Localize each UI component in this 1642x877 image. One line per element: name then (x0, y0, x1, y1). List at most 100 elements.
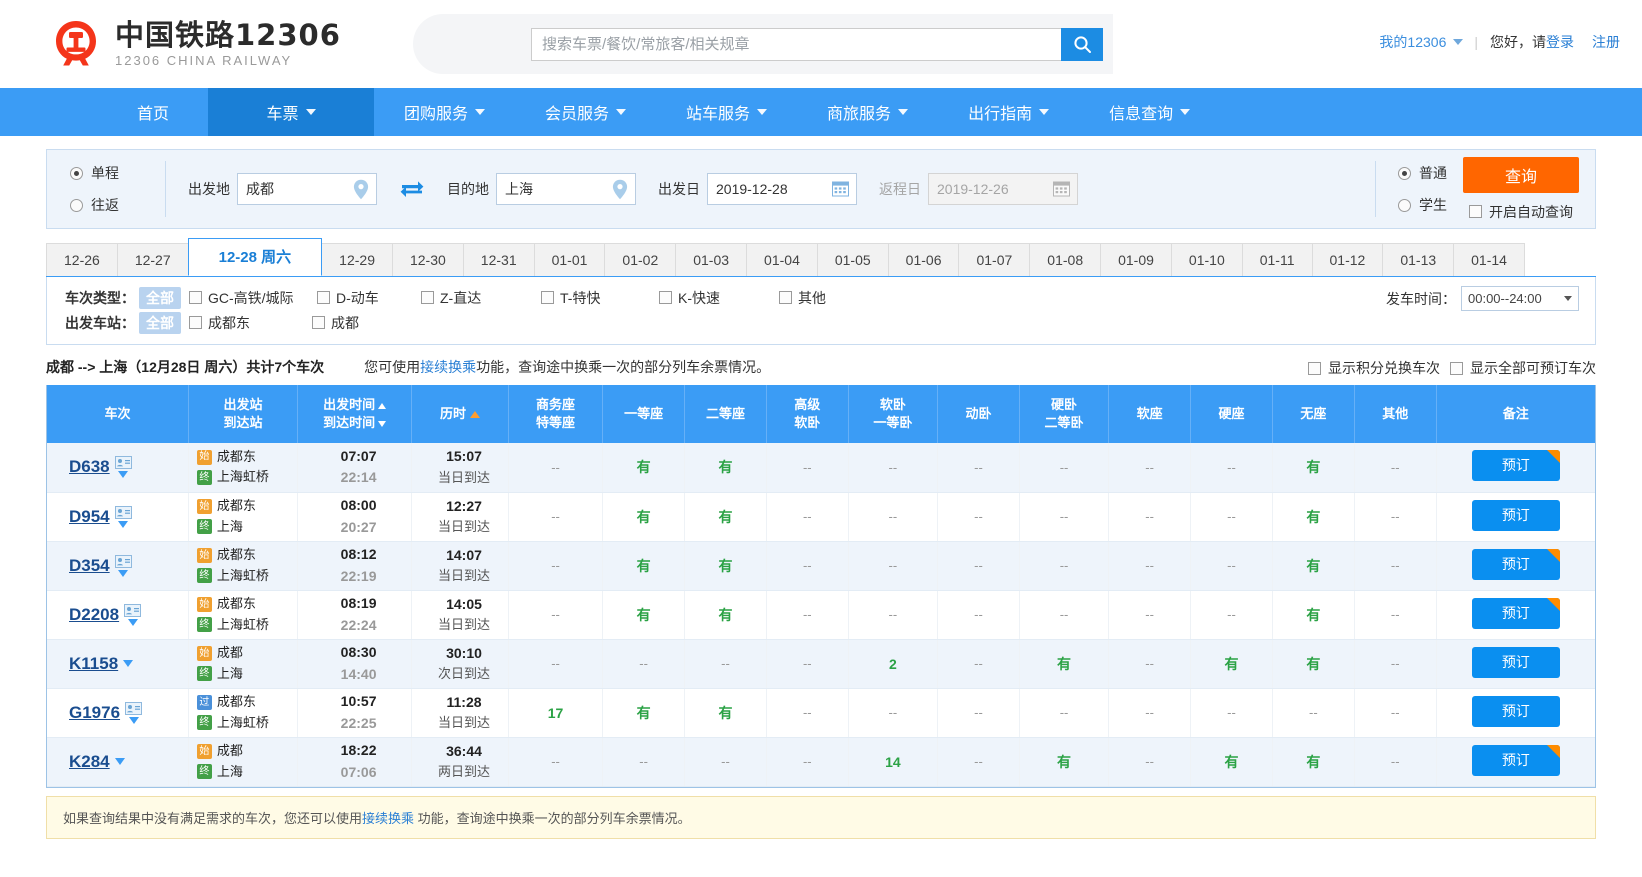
filter-train-type-K-快速-box[interactable] (659, 291, 672, 304)
from-station-input-wrap[interactable] (237, 173, 377, 205)
search-input[interactable] (532, 29, 1061, 60)
nav-item-出行指南[interactable]: 出行指南 (938, 88, 1079, 136)
depart-date-input-wrap[interactable] (707, 173, 857, 205)
date-tab-01-01[interactable]: 01-01 (533, 243, 606, 276)
sort-active-icon[interactable] (470, 411, 481, 419)
date-tab-12-31[interactable]: 12-31 (462, 243, 535, 276)
filter-train-type-T-特快[interactable]: T-特快 (541, 288, 651, 308)
date-tab-01-08[interactable]: 01-08 (1029, 243, 1102, 276)
filter-station-成都东-box[interactable] (189, 316, 202, 329)
filter-train-type-K-快速[interactable]: K-快速 (659, 288, 771, 308)
auto-query-checkbox[interactable] (1469, 205, 1482, 218)
filter-train-type-D-动车-box[interactable] (317, 291, 330, 304)
points-exchange-checkbox[interactable] (1308, 361, 1321, 375)
expand-row-icon[interactable] (123, 660, 134, 667)
radio-student[interactable]: 学生 (1398, 195, 1447, 215)
nav-item-信息查询[interactable]: 信息查询 (1079, 88, 1220, 136)
sort-asc-icon[interactable] (378, 403, 387, 410)
date-tab-01-12[interactable]: 01-12 (1311, 243, 1384, 276)
query-button[interactable]: 查询 (1463, 156, 1579, 193)
th-duration[interactable]: 历时 (411, 385, 509, 443)
filter-train-type-其他-box[interactable] (779, 291, 792, 304)
date-tab-12-27[interactable]: 12-27 (116, 243, 189, 276)
book-button[interactable]: 预订 (1471, 646, 1560, 678)
chevron-down-icon[interactable] (1453, 39, 1464, 45)
date-tab-01-05[interactable]: 01-05 (816, 243, 889, 276)
filter-train-type-GC-高铁/城际[interactable]: GC-高铁/城际 (189, 288, 309, 308)
search-box[interactable] (531, 28, 1061, 61)
sort-desc-icon[interactable] (378, 421, 387, 427)
filter-station-成都东[interactable]: 成都东 (189, 313, 304, 333)
filter-train-type-Z-直达[interactable]: Z-直达 (421, 288, 533, 308)
date-tab-01-07[interactable]: 01-07 (958, 243, 1031, 276)
book-button[interactable]: 预订 (1471, 597, 1560, 629)
departure-time-select[interactable]: 00:00--24:00 (1461, 286, 1579, 311)
date-tab-01-06[interactable]: 01-06 (887, 243, 960, 276)
nav-item-首页[interactable]: 首页 (98, 88, 208, 136)
date-tab-01-13[interactable]: 01-13 (1382, 243, 1455, 276)
filter-train-type-GC-高铁/城际-box[interactable] (189, 291, 202, 304)
expand-row-icon[interactable] (127, 618, 138, 626)
book-button[interactable]: 预订 (1471, 548, 1560, 580)
date-tab-12-28[interactable]: 12-28 周六 (187, 238, 323, 276)
date-tab-12-29[interactable]: 12-29 (321, 243, 393, 276)
expand-row-icon[interactable] (128, 716, 139, 724)
filter-train-type-Z-直达-box[interactable] (421, 291, 434, 304)
register-link[interactable]: 注册 (1592, 32, 1620, 52)
filter-train-type-其他[interactable]: 其他 (779, 288, 849, 308)
train-type-all-badge[interactable]: 全部 (139, 286, 181, 309)
return-date-input-wrap[interactable] (928, 173, 1078, 205)
train-number-link[interactable]: D638 (69, 457, 110, 477)
login-link[interactable]: 登录 (1546, 32, 1574, 52)
calendar-icon[interactable] (832, 180, 849, 200)
train-number-link[interactable]: D354 (69, 556, 110, 576)
nav-item-站车服务[interactable]: 站车服务 (656, 88, 797, 136)
search-button[interactable] (1061, 28, 1103, 61)
train-number-link[interactable]: K284 (69, 752, 110, 772)
nav-item-车票[interactable]: 车票 (208, 88, 374, 136)
points-exchange-checkbox-row[interactable]: 显示积分兑换车次 (1308, 358, 1440, 378)
show-all-bookable-checkbox[interactable] (1450, 361, 1463, 375)
filter-station-成都-box[interactable] (312, 316, 325, 329)
train-number-link[interactable]: G1976 (69, 703, 120, 723)
date-tab-01-09[interactable]: 01-09 (1100, 243, 1172, 276)
filter-train-type-D-动车[interactable]: D-动车 (317, 288, 413, 308)
footer-transfer-link[interactable]: 接续换乘 (362, 811, 414, 826)
to-station-input-wrap[interactable] (496, 173, 636, 205)
expand-row-icon[interactable] (118, 520, 129, 528)
expand-row-icon[interactable] (118, 569, 129, 577)
station-all-badge[interactable]: 全部 (139, 311, 181, 334)
radio-oneway[interactable]: 单程 (70, 163, 165, 183)
radio-normal[interactable]: 普通 (1398, 163, 1447, 183)
book-button[interactable]: 预订 (1471, 744, 1560, 776)
show-all-bookable-checkbox-row[interactable]: 显示全部可预订车次 (1450, 358, 1596, 378)
site-logo[interactable]: 中国铁路12306 12306 CHINA RAILWAY (50, 18, 341, 70)
expand-row-icon[interactable] (118, 471, 129, 479)
date-tab-01-02[interactable]: 01-02 (604, 243, 677, 276)
date-tab-01-14[interactable]: 01-14 (1453, 243, 1525, 276)
my-12306-link[interactable]: 我的12306 (1379, 32, 1446, 52)
date-tab-01-10[interactable]: 01-10 (1170, 243, 1243, 276)
book-button[interactable]: 预订 (1471, 450, 1560, 482)
date-tab-12-26[interactable]: 12-26 (46, 243, 118, 276)
auto-query-checkbox-row[interactable]: 开启自动查询 (1469, 202, 1573, 222)
date-tab-01-04[interactable]: 01-04 (746, 243, 818, 276)
date-tab-12-30[interactable]: 12-30 (391, 243, 464, 276)
nav-item-团购服务[interactable]: 团购服务 (374, 88, 515, 136)
radio-roundtrip[interactable]: 往返 (70, 195, 165, 215)
filter-train-type-T-特快-box[interactable] (541, 291, 554, 304)
swap-stations-button[interactable] (399, 179, 425, 199)
transfer-link[interactable]: 接续换乘 (420, 359, 476, 375)
date-tab-01-11[interactable]: 01-11 (1241, 243, 1313, 276)
th-times[interactable]: 出发时间 到达时间 (297, 385, 413, 443)
train-number-link[interactable]: K1158 (69, 654, 118, 674)
book-button[interactable]: 预订 (1471, 695, 1560, 727)
expand-row-icon[interactable] (114, 758, 125, 765)
nav-item-商旅服务[interactable]: 商旅服务 (797, 88, 938, 136)
date-tab-01-03[interactable]: 01-03 (675, 243, 748, 276)
filter-station-成都[interactable]: 成都 (312, 313, 402, 333)
train-number-link[interactable]: D2208 (69, 605, 119, 625)
nav-item-会员服务[interactable]: 会员服务 (515, 88, 656, 136)
book-button[interactable]: 预订 (1471, 499, 1560, 531)
train-number-link[interactable]: D954 (69, 507, 110, 527)
